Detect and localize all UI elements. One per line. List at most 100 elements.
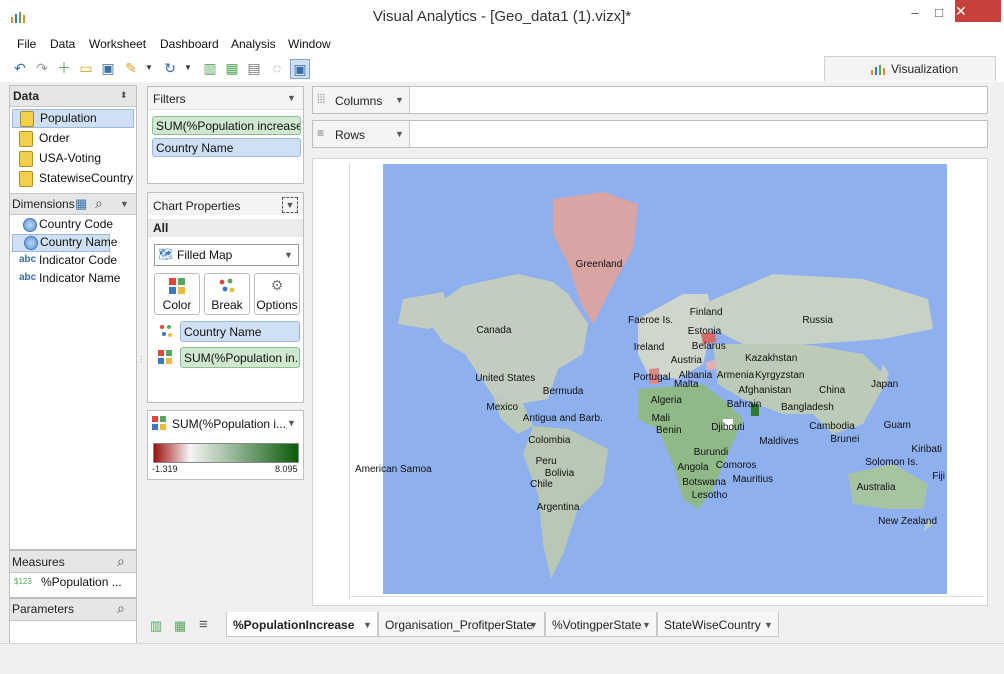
mark-population-increase[interactable]: SUM(%Population in... [180, 347, 300, 368]
new-worksheet-icon[interactable]: ▥ [150, 618, 162, 634]
dimensions-menu-icon[interactable]: ▼ [120, 199, 129, 209]
abc-icon: abc [19, 254, 37, 265]
data-source-usa-voting[interactable]: USA-Voting [12, 150, 132, 167]
legend-title: SUM(%Population i... [172, 417, 287, 431]
minimize-button[interactable]: – [904, 4, 926, 22]
bar-chart-icon[interactable]: ▤ [245, 59, 263, 77]
undo-icon[interactable]: ↶ [11, 59, 29, 77]
columns-shelf[interactable]: ⦙⦙⦙ Columns ▼ [312, 86, 988, 114]
lasso-icon[interactable]: ◌ [268, 59, 286, 77]
dimensions-title: Dimensions [12, 197, 75, 211]
chevron-down-icon[interactable]: ▼ [764, 620, 773, 630]
menu-data[interactable]: Data [50, 37, 75, 51]
parameters-title: Parameters [12, 602, 75, 616]
map-label-japan: Japan [871, 379, 898, 390]
sheet-tab-voting-per-state[interactable]: %VotingperState ▼ [545, 612, 657, 637]
break-button[interactable]: Break [204, 273, 250, 315]
legend-min-value: -1.319 [152, 464, 178, 474]
menu-window[interactable]: Window [288, 37, 331, 51]
sheet-tab-population-increase[interactable]: %PopulationIncrease ▼ [226, 612, 378, 637]
wand-dropdown-icon[interactable]: ▼ [140, 59, 158, 77]
measure-population-increase[interactable]: $123 %Population ... [12, 574, 132, 591]
search-icon[interactable]: ⌕ [117, 553, 125, 570]
sheet-list-icon[interactable]: ≡ [199, 616, 208, 633]
mark-country-name[interactable]: Country Name [180, 321, 300, 342]
visualization-tab[interactable]: Visualization [824, 56, 996, 81]
dimensions-header: Dimensions ▦ ⌕ ▼ [10, 193, 136, 215]
menu-file[interactable]: File [17, 37, 36, 51]
save-icon[interactable]: ▣ [99, 59, 117, 77]
break-icon [219, 278, 235, 293]
refresh-dropdown-icon[interactable]: ▼ [179, 59, 197, 77]
marks-all-label: All [153, 221, 169, 235]
legend-menu-icon[interactable]: ▼ [287, 418, 296, 428]
panel-splitter-handle[interactable]: ⋮ [137, 355, 145, 371]
data-source-label: USA-Voting [39, 151, 102, 165]
rows-menu-icon[interactable]: ▼ [395, 129, 404, 139]
filters-header: Filters ▼ [148, 87, 303, 110]
map-label-estonia: Estonia [688, 326, 722, 337]
marks-all-header: All [148, 219, 303, 237]
filter-country-name[interactable]: Country Name [152, 138, 301, 157]
dimension-country-name[interactable]: Country Name [12, 234, 117, 252]
filter-label: Country Name [156, 141, 234, 155]
color-legend: SUM(%Population i... ▼ -1.319 8.095 [147, 410, 304, 480]
chart-properties-title: Chart Properties [153, 199, 241, 213]
filter-population-increase[interactable]: SUM(%Population increase... [152, 116, 301, 135]
options-label: Options [256, 298, 298, 312]
sheet-tab-organisation-profit[interactable]: Organisation_ProfitperState ▼ [378, 612, 545, 637]
wand-icon[interactable]: ✎ [122, 59, 140, 77]
chart-properties-menu-icon[interactable]: ▼ [282, 197, 298, 213]
dimension-indicator-name[interactable]: abc Indicator Name [12, 270, 132, 287]
search-icon[interactable]: ⌕ [95, 195, 103, 212]
map-label-china: China [819, 385, 846, 396]
sheet-tab-statewise-country[interactable]: StateWiseCountry ▼ [657, 612, 779, 637]
map-label-antigua-and-barb-: Antigua and Barb. [523, 413, 603, 424]
columns-menu-icon[interactable]: ▼ [395, 95, 404, 105]
map-label-austria: Austria [671, 355, 703, 366]
rows-shelf[interactable]: ≡ Rows ▼ [312, 120, 988, 148]
add-grid-icon[interactable]: ▦ [223, 59, 241, 77]
select-icon[interactable]: ▣ [290, 59, 310, 79]
data-sort-icon[interactable]: ⬍ [120, 90, 128, 101]
maximize-button[interactable]: □ [928, 4, 950, 22]
search-icon[interactable]: ⌕ [117, 600, 125, 617]
new-icon[interactable]: ＋ [55, 59, 73, 77]
add-chart-icon[interactable]: ▥ [201, 59, 219, 77]
visualization-label: Visualization [891, 62, 959, 76]
columns-label: Columns [335, 94, 383, 108]
dimension-country-code[interactable]: Country Code [12, 216, 132, 233]
filled-map[interactable]: Greenland Finland Russia Canada Faeroe Is. Es… [355, 164, 947, 594]
table-view-icon[interactable]: ▦ [75, 196, 87, 212]
menu-worksheet[interactable]: Worksheet [89, 37, 146, 51]
map-label-armenia: Armenia [717, 370, 755, 381]
data-source-label: Population [40, 111, 97, 125]
color-legend-icon [152, 416, 166, 433]
map-label-angola: Angola [677, 462, 709, 473]
measures-title: Measures [12, 555, 65, 569]
filters-menu-icon[interactable]: ▼ [287, 93, 296, 103]
map-label-australia: Australia [857, 482, 896, 493]
new-dashboard-icon[interactable]: ▦ [174, 618, 186, 634]
window-title: Visual Analytics - [Geo_data1 (1).vizx]* [372, 8, 632, 25]
data-source-order[interactable]: Order [12, 130, 132, 147]
chart-type-select[interactable]: 🗺 Filled Map ▼ [154, 244, 299, 266]
database-icon [20, 111, 34, 127]
data-source-statewise-country[interactable]: StatewiseCountry [12, 170, 133, 187]
open-icon[interactable]: ▭ [77, 59, 95, 77]
refresh-icon[interactable]: ↻ [161, 59, 179, 77]
chevron-down-icon[interactable]: ▼ [642, 620, 651, 630]
menu-dashboard[interactable]: Dashboard [160, 37, 219, 51]
menu-analysis[interactable]: Analysis [231, 37, 276, 51]
chevron-down-icon[interactable]: ▼ [363, 620, 372, 630]
data-source-population[interactable]: Population [12, 109, 134, 128]
color-button[interactable]: Color [154, 273, 200, 315]
chevron-down-icon[interactable]: ▼ [529, 620, 538, 630]
dimension-indicator-code[interactable]: abc Indicator Code [12, 252, 132, 269]
close-button[interactable]: ✕ [955, 0, 1001, 22]
database-icon [19, 151, 33, 167]
legend-max-value: 8.095 [275, 464, 298, 474]
redo-icon[interactable]: ↷ [33, 59, 51, 77]
parameters-header: Parameters ⌕ [10, 599, 136, 621]
options-button[interactable]: ⚙ Options [254, 273, 300, 315]
